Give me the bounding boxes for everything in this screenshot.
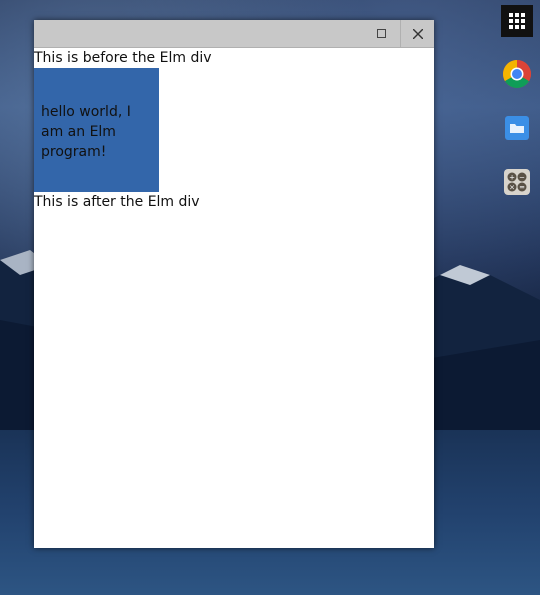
maximize-button[interactable] (364, 20, 398, 47)
app-launcher-button[interactable] (501, 5, 533, 37)
maximize-icon (376, 29, 386, 38)
app-window: This is before the Elm div hello world, … (34, 20, 434, 548)
svg-text:=: = (519, 184, 525, 192)
chrome-icon (503, 60, 531, 88)
desktop: This is before the Elm div hello world, … (0, 0, 540, 595)
window-titlebar[interactable] (34, 20, 434, 48)
close-button[interactable] (400, 20, 435, 47)
calculator-icon: + − × = (504, 169, 530, 195)
svg-text:−: − (519, 174, 525, 182)
after-text: This is after the Elm div (34, 194, 200, 210)
calculator-shelf-button[interactable]: + − × = (501, 166, 533, 198)
svg-text:+: + (509, 174, 515, 182)
svg-text:×: × (509, 184, 515, 192)
chrome-shelf-button[interactable] (501, 58, 533, 90)
before-text: This is before the Elm div (34, 50, 212, 66)
app-launcher-icon (509, 13, 525, 29)
close-icon (413, 28, 423, 39)
files-shelf-button[interactable] (501, 112, 533, 144)
page-content: This is before the Elm div hello world, … (34, 48, 434, 548)
files-icon (505, 116, 529, 140)
elm-div: hello world, I am an Elm program! (34, 68, 159, 192)
system-shelf: + − × = (500, 0, 540, 595)
